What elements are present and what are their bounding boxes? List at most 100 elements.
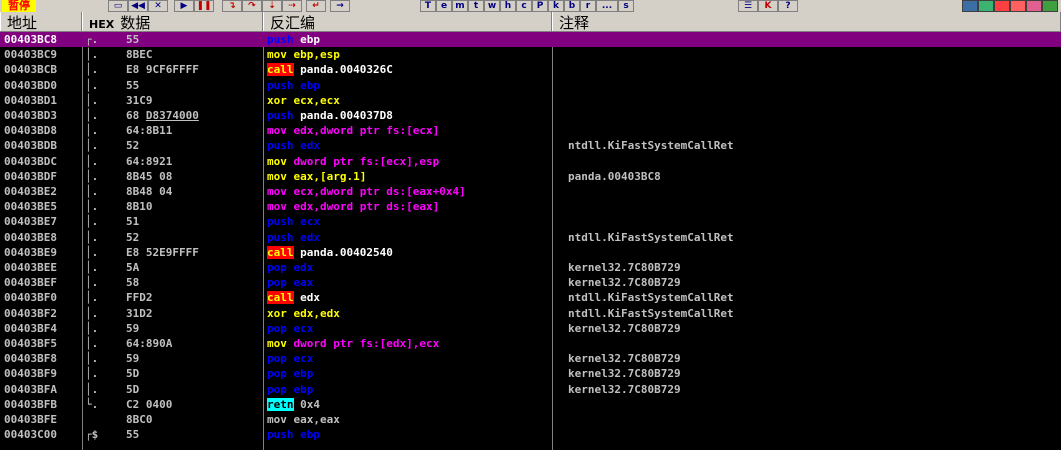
disasm-row[interactable]: 00403BD0 │. 55 push ebp [0,77,1061,93]
toolbar-btn-c[interactable]: c [516,0,532,12]
disasm-row[interactable]: 00403BF0 │. FFD2 call edx ntdll.KiFastSystem… [0,290,1061,306]
header-disassembly[interactable]: 反汇编 [263,12,552,32]
header-hex-data[interactable]: HEX 数据 [82,12,263,32]
disasm-row[interactable]: 00403BF9 │. 5D pop ebp kernel32.7C80B729 [0,366,1061,382]
disasm-row[interactable]: 00403BE2 │. 8B48 04 mov ecx,dword ptr ds:[e… [0,184,1061,199]
disasm-row[interactable]: 00403BE8 │. 52 push edx ntdll.KiFastSystemCa… [0,229,1061,245]
toolbar-btn-s[interactable]: s [618,0,634,12]
disasm-row[interactable]: 00403C00 ┌$ 55 push ebp [0,427,1061,443]
row-instruction: pop ecx [267,321,314,335]
row-hex-bytes: 8B48 04 [126,185,173,198]
plugin-icon-2[interactable] [978,0,994,12]
row-instruction: mov edx,dword ptr fs:[ecx] [267,124,440,138]
options-k-icon[interactable]: K [758,0,778,12]
toolbar-btn-t2[interactable]: t [468,0,484,12]
row-hex-bytes: 5D [126,367,140,381]
toolbar-btn-r[interactable]: r [580,0,596,12]
row-address: 00403BCB [0,62,81,78]
toolbar: 暂停 ▭ ◀◀ ✕ ▶ ❚❚ ↴ ↷ ⇣ ⇢ ↵ → T e m t w h c… [0,0,1061,12]
disasm-row[interactable]: 00403BF2 │. 31D2 xor edx,edx ntdll.KiFastSys… [0,305,1061,321]
disasm-row[interactable]: 00403BD1 │. 31C9 xor ecx,ecx [0,92,1061,108]
disasm-row[interactable]: 00403BDF │. 8B45 08 mov eax,[arg.1] panda.00… [0,168,1061,184]
step-into-button[interactable]: ↴ [222,0,242,12]
row-hex-bytes: 31D2 [126,306,153,320]
row-instruction: push ebp [267,33,320,46]
disasm-row[interactable]: 00403BE9 │. E8 52E9FFFF call panda.00402540 [0,244,1061,260]
row-instruction: push panda.004037D8 [267,109,393,122]
disasm-row[interactable]: 00403BF8 │. 59 pop ecx kernel32.7C80B729 [0,351,1061,367]
disasm-row[interactable]: 00403BFB └. C2 0400 retn 0x4 [0,396,1061,412]
row-instruction: call panda.0040326C [267,63,393,77]
plugin-icon-3[interactable] [994,0,1010,12]
disasm-row[interactable]: 00403BD8 │. 64:8B11 mov edx,dword ptr fs:[e… [0,123,1061,139]
open-button[interactable]: ▭ [108,0,128,12]
row-branch-marker: │. [85,93,99,107]
row-comment: ntdll.KiFastSystemCallRet [568,291,734,305]
goto-button[interactable]: → [330,0,350,12]
row-hex-bytes: 64:8921 [126,154,173,168]
disasm-row[interactable]: 00403BC9 │. 8BEC mov ebp,esp [0,47,1061,63]
row-address: 00403BE8 [0,229,81,245]
trace-into-button[interactable]: ⇣ [262,0,282,12]
row-branch-marker: │. [85,352,99,366]
row-instruction: call edx [267,291,320,305]
row-hex-bytes: 55 [126,33,140,46]
row-address: 00403BD1 [0,92,81,108]
trace-over-button[interactable]: ⇢ [282,0,302,12]
disasm-row[interactable]: 00403BE5 │. 8B10 mov edx,dword ptr ds:[eax] [0,199,1061,215]
plugin-icon-5[interactable] [1026,0,1042,12]
row-instruction: mov edx,dword ptr ds:[eax] [267,200,440,214]
disasm-row[interactable]: 00403BFA │. 5D pop ebp kernel32.7C80B729 [0,381,1061,397]
row-branch-marker: │. [85,139,99,153]
toolbar-btn-more[interactable]: ... [596,0,618,12]
disasm-row[interactable]: 00403BEF │. 58 pop eax kernel32.7C80B729 [0,275,1061,291]
toolbar-btn-m[interactable]: m [452,0,468,12]
help-icon[interactable]: ? [778,0,798,12]
windows-list-icon[interactable]: ☰ [738,0,758,12]
toolbar-btn-b[interactable]: b [564,0,580,12]
step-over-button[interactable]: ↷ [242,0,262,12]
toolbar-btn-k[interactable]: k [548,0,564,12]
disasm-row[interactable]: 00403BCB │. E8 9CF6FFFF call panda.0040326C [0,62,1061,78]
toolbar-btn-w[interactable]: w [484,0,500,12]
disasm-row[interactable]: 00403BDC │. 64:8921 mov dword ptr fs:[ecx],… [0,153,1061,169]
row-instruction: call panda.00402540 [267,245,393,259]
row-branch-marker: │. [85,185,99,198]
row-comment: ntdll.KiFastSystemCallRet [568,306,734,320]
plugin-icon-1[interactable] [962,0,978,12]
row-comment: kernel32.7C80B729 [568,367,681,381]
header-address[interactable]: 地址 [0,12,82,32]
disasm-row[interactable]: 00403BD3 │. 68 D8374000 push panda.004037D8 [0,108,1061,123]
rewind-button[interactable]: ◀◀ [128,0,148,12]
plugin-icon-6[interactable] [1042,0,1058,12]
row-comment: panda.00403BC8 [568,169,661,183]
toolbar-btn-p[interactable]: P [532,0,548,12]
toolbar-btn-h[interactable]: h [500,0,516,12]
row-instruction: mov ebp,esp [267,48,340,62]
toolbar-btn-t[interactable]: T [420,0,436,12]
close-button[interactable]: ✕ [148,0,168,12]
disasm-row[interactable]: 00403BF4 │. 59 pop ecx kernel32.7C80B729 [0,320,1061,336]
pause-button[interactable]: ❚❚ [194,0,214,12]
disasm-row[interactable]: 00403BDB │. 52 push edx ntdll.KiFastSystemCa… [0,138,1061,154]
disassembly-pane[interactable]: 00403BC8 ┌. 55 push ebp 00403BC9 │. 8BEC mov eb… [0,32,1061,450]
row-branch-marker: │. [85,124,99,138]
row-branch-marker: │. [85,276,99,290]
execute-till-return-button[interactable]: ↵ [306,0,326,12]
disasm-row[interactable]: 00403BFE 8BC0 mov eax,eax [0,412,1061,427]
disasm-row[interactable]: 00403BF5 │. 64:890A mov dword ptr fs:[edx],… [0,336,1061,351]
plugin-icon-4[interactable] [1010,0,1026,12]
row-comment: kernel32.7C80B729 [568,382,681,396]
row-address: 00403BF0 [0,290,81,306]
run-button[interactable]: ▶ [174,0,194,12]
disasm-row[interactable]: 00403BC8 ┌. 55 push ebp [0,32,1061,48]
disasm-row[interactable]: 00403BE7 │. 51 push ecx [0,214,1061,230]
row-address: 00403BEF [0,275,81,291]
row-branch-marker: ┌$ [85,428,99,442]
row-hex-bytes: 8BEC [126,48,153,62]
disasm-row[interactable]: 00403BEE │. 5A pop edx kernel32.7C80B729 [0,260,1061,275]
toolbar-btn-e[interactable]: e [436,0,452,12]
row-address: 00403BE9 [0,244,81,260]
header-comment[interactable]: 注释 [552,12,1061,32]
row-hex-bytes: 8B45 08 [126,169,173,183]
